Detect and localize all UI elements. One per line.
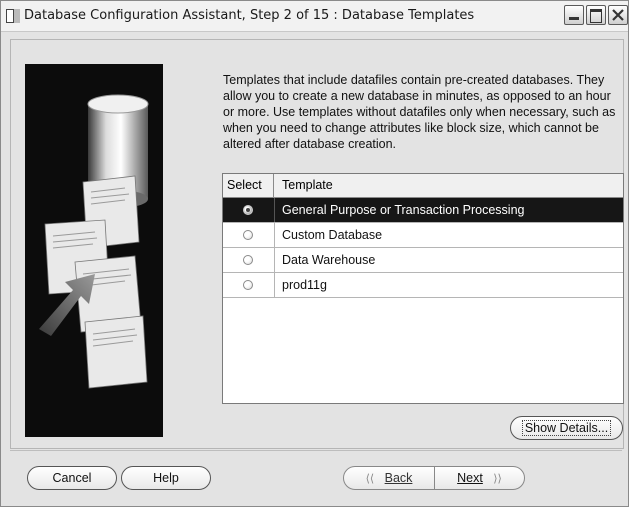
select-cell [223, 198, 275, 222]
template-radio[interactable] [243, 205, 253, 215]
content-panel: Templates that include datafiles contain… [10, 39, 624, 449]
footer-divider [10, 450, 622, 451]
template-name: General Purpose or Transaction Processin… [282, 203, 525, 217]
navigation-buttons: ⟨⟨ Back Next ⟩⟩ [343, 466, 525, 490]
templates-description: Templates that include datafiles contain… [223, 72, 623, 152]
minimize-button[interactable] [564, 5, 584, 25]
template-radio[interactable] [243, 280, 253, 290]
help-button[interactable]: Help [121, 466, 211, 490]
title-bar: Database Configuration Assistant, Step 2… [1, 1, 628, 32]
back-label: Back [384, 471, 413, 485]
cancel-button[interactable]: Cancel [27, 466, 117, 490]
template-radio[interactable] [243, 230, 253, 240]
back-button[interactable]: ⟨⟨ Back [344, 467, 434, 489]
template-name: Custom Database [282, 228, 383, 242]
close-button[interactable] [608, 5, 628, 25]
template-row-prod11g[interactable]: prod11g [223, 273, 623, 298]
chevron-right-icon: ⟩⟩ [493, 473, 502, 485]
select-cell [223, 273, 275, 297]
database-illustration [25, 64, 163, 437]
template-row-general-purpose[interactable]: General Purpose or Transaction Processin… [223, 198, 623, 223]
select-cell [223, 248, 275, 272]
table-header: Select Template [223, 174, 623, 198]
app-icon [6, 9, 20, 23]
template-name: prod11g [282, 278, 327, 292]
column-header-template: Template [282, 178, 333, 192]
template-row-data-warehouse[interactable]: Data Warehouse [223, 248, 623, 273]
dbca-window: Database Configuration Assistant, Step 2… [0, 0, 629, 507]
next-label: Next [457, 471, 483, 485]
window-title: Database Configuration Assistant, Step 2… [24, 8, 475, 23]
chevron-left-icon: ⟨⟨ [365, 473, 375, 485]
next-button[interactable]: Next ⟩⟩ [435, 467, 524, 489]
close-icon [612, 9, 624, 21]
template-row-custom-database[interactable]: Custom Database [223, 223, 623, 248]
template-name: Data Warehouse [282, 253, 376, 267]
select-cell [223, 223, 275, 247]
show-details-label: Show Details... [521, 420, 612, 436]
show-details-button[interactable]: Show Details... [510, 416, 623, 440]
maximize-button[interactable] [586, 5, 606, 25]
template-radio[interactable] [243, 255, 253, 265]
description-text: Templates that include datafiles contain… [223, 73, 616, 151]
templates-table: Select Template General Purpose or Trans… [222, 173, 624, 404]
column-header-select: Select [223, 174, 274, 197]
